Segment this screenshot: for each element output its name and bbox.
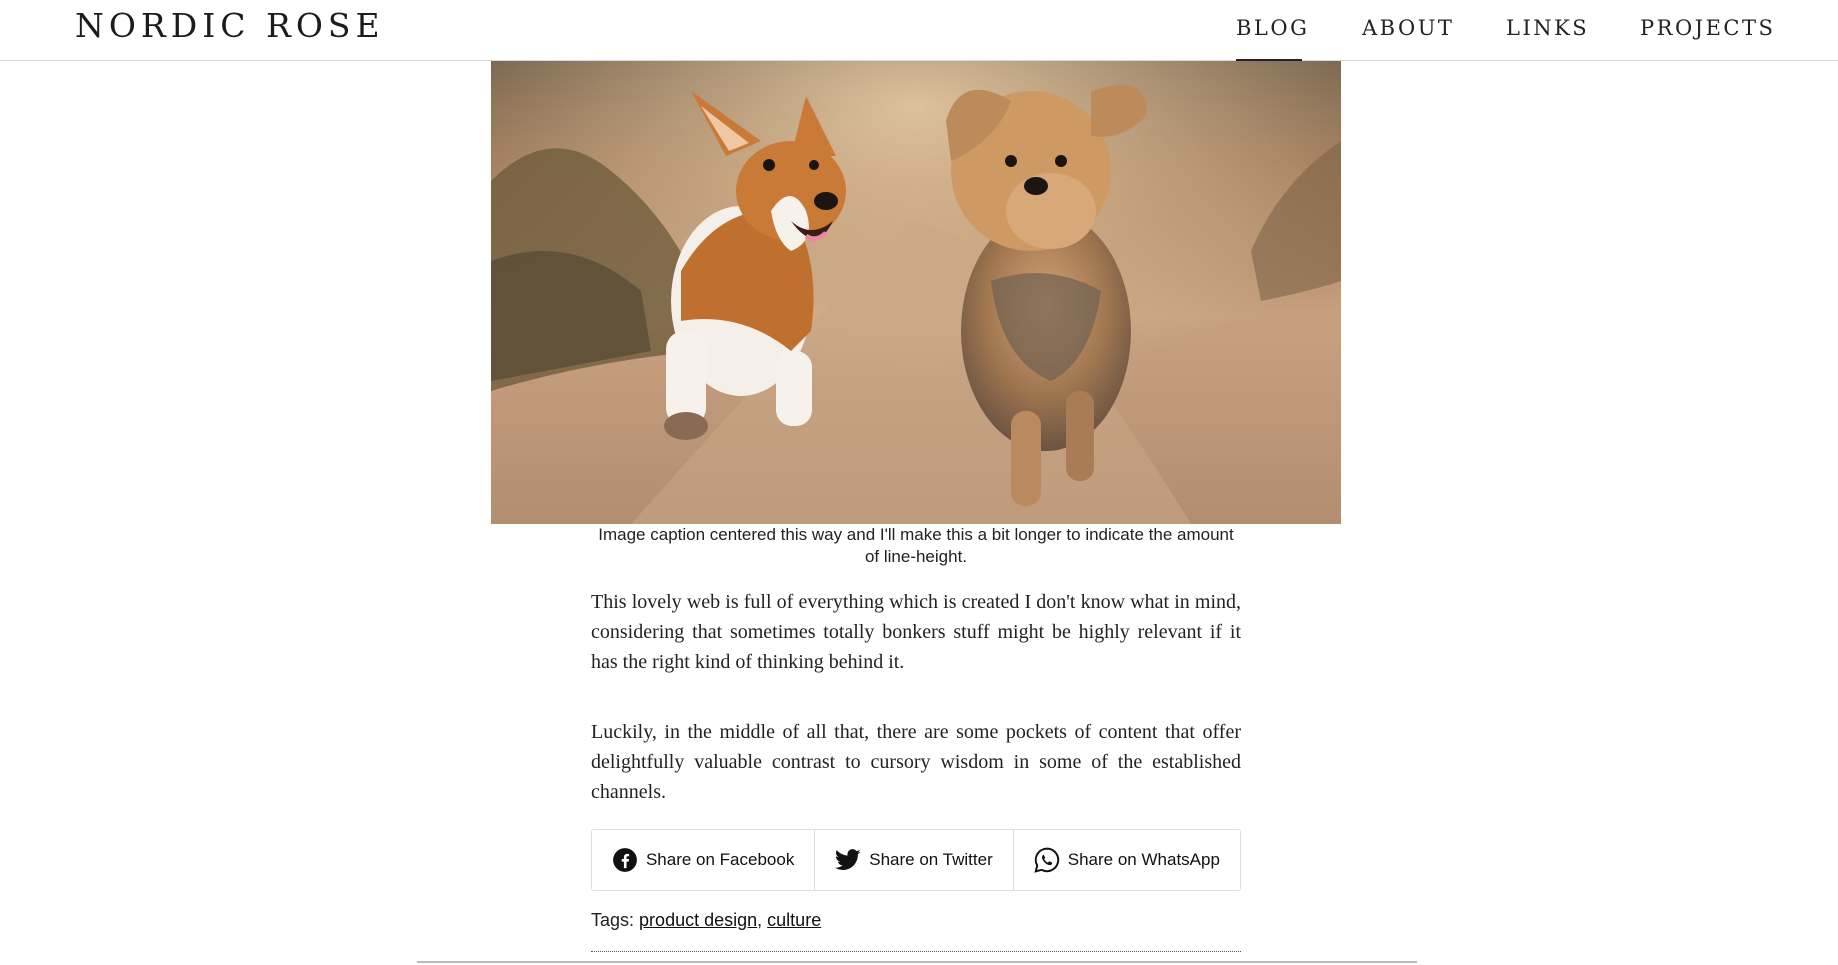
image-caption: Image caption centered this way and I'll… xyxy=(598,525,1234,566)
main-nav: BLOG ABOUT LINKS PROJECTS xyxy=(0,16,1838,61)
share-twitter-label: Share on Twitter xyxy=(869,850,993,869)
article-paragraph: Luckily, in the middle of all that, ther… xyxy=(591,721,1241,803)
share-whatsapp-label: Share on WhatsApp xyxy=(1067,850,1220,869)
tag-link[interactable]: culture xyxy=(767,910,821,930)
share-whatsapp-button[interactable]: Share on WhatsApp xyxy=(1014,830,1240,890)
twitter-icon xyxy=(835,849,861,870)
nav-about[interactable]: ABOUT xyxy=(1362,16,1454,40)
tags-prefix: Tags: xyxy=(591,910,635,930)
whatsapp-icon xyxy=(1034,847,1059,873)
tag-separator: , xyxy=(757,910,763,930)
tags-row: Tags: product design, culture xyxy=(591,910,821,931)
nav-links[interactable]: LINKS xyxy=(1506,16,1589,40)
share-facebook-button[interactable]: Share on Facebook xyxy=(592,830,816,890)
site-header: NORDIC ROSE BLOG ABOUT LINKS PROJECTS xyxy=(0,0,1838,61)
hero-image xyxy=(491,61,1341,524)
tag-link[interactable]: product design xyxy=(639,910,757,930)
footer-divider xyxy=(417,961,1417,963)
share-facebook-label: Share on Facebook xyxy=(645,850,795,869)
section-divider xyxy=(591,951,1241,952)
dogs-photo xyxy=(491,61,1341,524)
share-bar: Share on Facebook Share on Twitter Share… xyxy=(591,829,1241,891)
nav-active-indicator xyxy=(1236,59,1302,61)
nav-blog[interactable]: BLOG xyxy=(1236,16,1309,40)
nav-projects[interactable]: PROJECTS xyxy=(1640,16,1775,40)
share-twitter-button[interactable]: Share on Twitter xyxy=(815,830,1014,890)
article-paragraph: This lovely web is full of everything wh… xyxy=(591,591,1241,673)
facebook-icon xyxy=(613,848,637,872)
